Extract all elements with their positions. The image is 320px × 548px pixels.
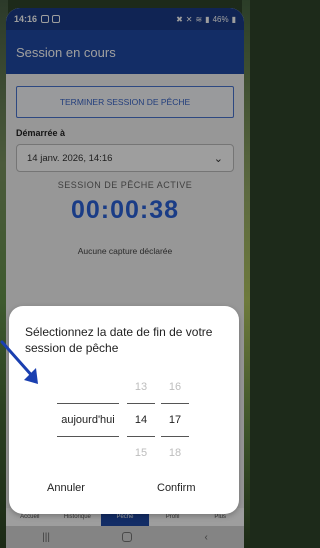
confirm-button[interactable]: Confirm [157,482,196,494]
hour-prev: 13 [134,380,148,393]
day-selected: aujourd'hui [61,413,115,426]
minute-wheel[interactable]: 16 17 18 [161,370,189,470]
minute-prev: 16 [168,380,182,393]
date-time-picker: aujourd'hui 13 14 15 16 17 18 [9,370,239,470]
hour-next: 15 [134,446,148,459]
end-date-dialog: Sélectionnez la date de fin de votre ses… [9,306,239,514]
hour-divider-top [127,403,155,404]
minute-divider-top [161,403,189,404]
hour-wheel[interactable]: 13 14 15 [127,370,155,470]
cancel-button[interactable]: Annuler [47,482,85,494]
phone-screen: 14:16 ✖ ✕ ≋ ▮ 46% ▮ Session en cours TER… [6,8,244,548]
pointer-arrow-icon [0,340,38,384]
minute-selected: 17 [168,413,182,426]
hour-selected: 14 [134,413,148,426]
day-divider-top [57,403,119,404]
dialog-title: Sélectionnez la date de fin de votre ses… [25,325,213,355]
day-wheel[interactable]: aujourd'hui [57,370,119,470]
minute-divider-bottom [161,436,189,437]
day-divider-bottom [57,436,119,437]
minute-next: 18 [168,446,182,459]
day-next [57,436,119,469]
day-prev [57,370,119,403]
hour-divider-bottom [127,436,155,437]
